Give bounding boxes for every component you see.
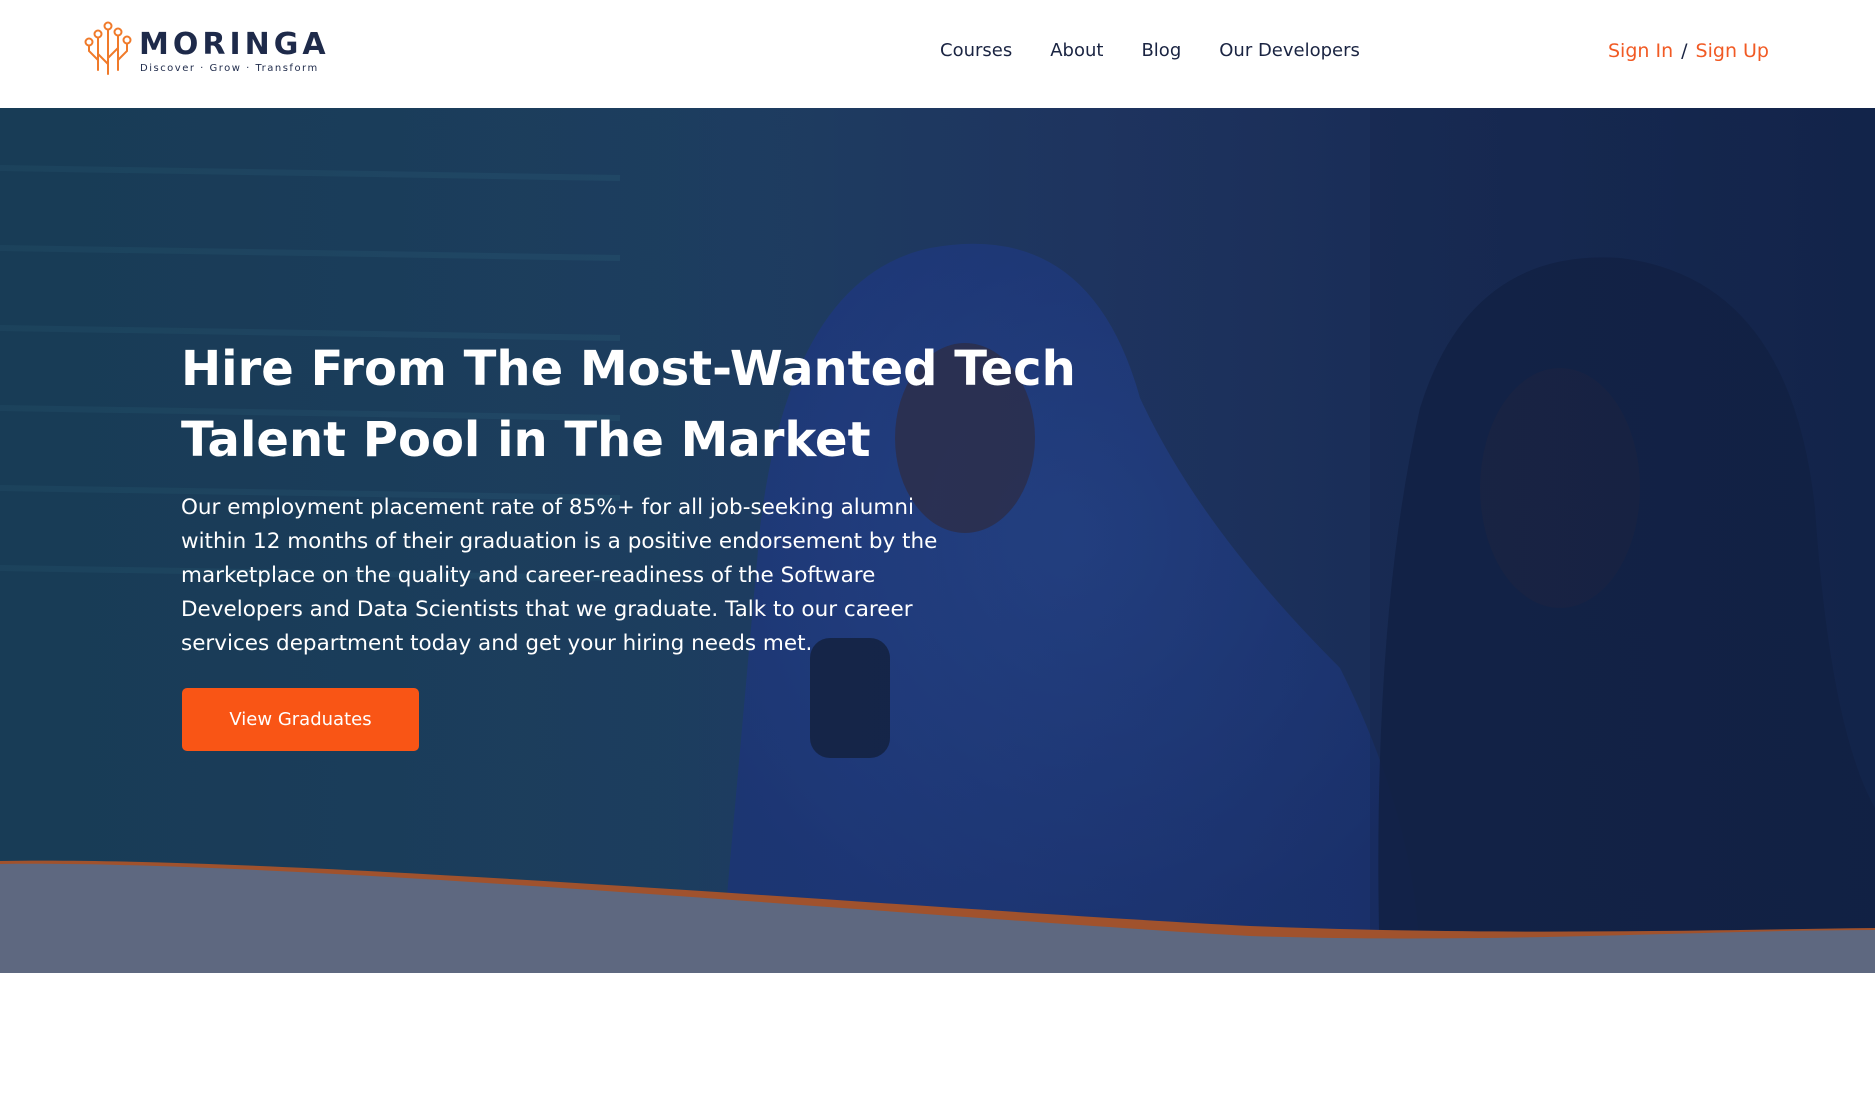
nav-item-blog[interactable]: Blog	[1141, 38, 1181, 64]
nav-item-courses[interactable]: Courses	[940, 38, 1012, 64]
view-graduates-button[interactable]: View Graduates	[182, 688, 419, 751]
hero-section: Hire From The Most-Wanted Tech Talent Po…	[0, 108, 1875, 973]
brand-name: MORINGA	[139, 27, 330, 62]
below-fold-area	[0, 973, 1875, 1108]
brand-tagline: Discover · Grow · Transform	[140, 63, 319, 74]
sign-up-link[interactable]: Sign Up	[1696, 40, 1769, 62]
hero-title: Hire From The Most-Wanted Tech Talent Po…	[181, 341, 1076, 468]
hero-description: Our employment placement rate of 85%+ fo…	[181, 495, 938, 656]
page: MORINGA Discover · Grow · Transform Cour…	[0, 0, 1875, 1108]
auth-links: Sign In / Sign Up	[1608, 38, 1769, 64]
moringa-logo[interactable]: MORINGA Discover · Grow · Transform	[84, 18, 344, 78]
sign-in-link[interactable]: Sign In	[1608, 40, 1673, 62]
nav-item-about[interactable]: About	[1050, 38, 1103, 64]
main-nav: Courses About Blog Our Developers	[940, 38, 1398, 64]
circuit-tree-icon	[84, 21, 132, 75]
auth-separator: /	[1681, 40, 1688, 62]
nav-item-our-developers[interactable]: Our Developers	[1219, 38, 1360, 64]
site-header: MORINGA Discover · Grow · Transform Cour…	[0, 0, 1875, 108]
